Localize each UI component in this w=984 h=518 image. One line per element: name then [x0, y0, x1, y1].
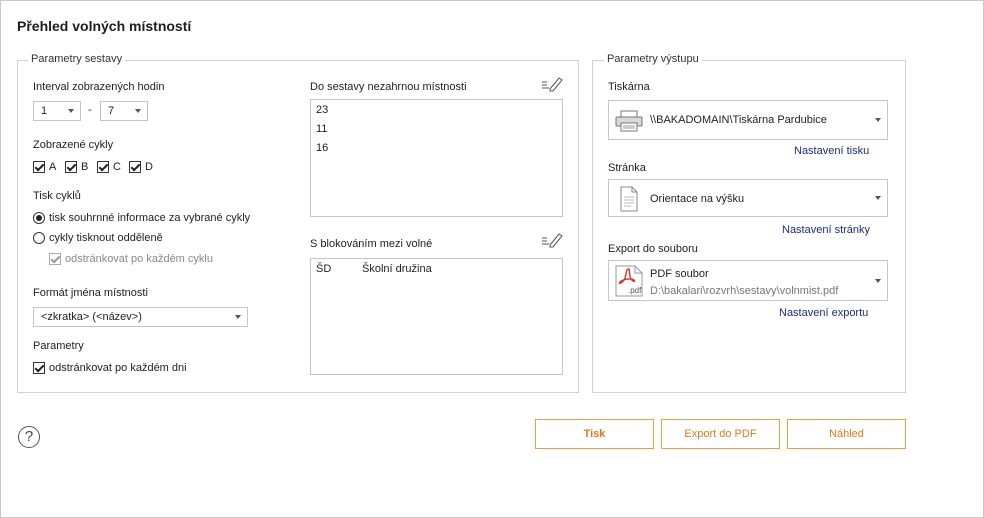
- hours-from-value: 1: [41, 105, 48, 117]
- edit-list-icon[interactable]: [541, 232, 563, 248]
- export-label: Export do souboru: [608, 243, 698, 255]
- params-label: Parametry: [33, 340, 84, 352]
- pdf-file-icon: .pdf: [615, 265, 643, 297]
- page-label: Stránka: [608, 162, 646, 174]
- excluded-rooms-list[interactable]: 23 11 16: [310, 99, 563, 217]
- blocked-rooms-list[interactable]: ŠD Školní družina: [310, 258, 563, 375]
- cycle-b-checkbox[interactable]: [65, 161, 77, 173]
- export-format-select[interactable]: .pdf PDF soubor D:\bakalari\rozvrh\sesta…: [608, 260, 888, 301]
- blocked-rooms-label: S blokováním mezi volné: [310, 238, 433, 250]
- cycle-b-label: B: [81, 161, 89, 173]
- list-item-code[interactable]: ŠD: [316, 263, 331, 275]
- output-params-legend: Parametry výstupu: [604, 53, 702, 65]
- dialog-window: Přehled volných místností Parametry sest…: [0, 0, 984, 518]
- room-format-select[interactable]: <zkratka> (<název>): [33, 307, 248, 327]
- export-pdf-button[interactable]: Export do PDF: [661, 419, 780, 449]
- print-button[interactable]: Tisk: [535, 419, 654, 449]
- printer-icon: [615, 110, 643, 132]
- printer-label: Tiskárna: [608, 81, 650, 93]
- list-item-name[interactable]: Školní družina: [362, 263, 432, 275]
- cycle-c-checkbox[interactable]: [97, 161, 109, 173]
- export-format-value: PDF soubor: [650, 268, 709, 280]
- hours-interval-label: Interval zobrazených hodin: [33, 81, 165, 93]
- printer-value: \\BAKADOMAIN\Tiskárna Pardubice: [650, 114, 827, 126]
- chevron-down-icon: [875, 279, 881, 283]
- print-summary-label: tisk souhrnné informace za vybrané cykly: [49, 212, 251, 224]
- export-settings-link[interactable]: Nastavení exportu: [779, 307, 868, 319]
- pdf-icon-text: .pdf: [628, 286, 642, 295]
- cycle-c-label: C: [113, 161, 121, 173]
- page-break-day-label: odstránkovat po každém dni: [49, 362, 187, 374]
- excluded-rooms-label: Do sestavy nezahrnou místnosti: [310, 81, 467, 93]
- print-separately-label: cykly tisknout odděleně: [49, 232, 163, 244]
- page-orientation-value: Orientace na výšku: [650, 193, 745, 205]
- room-format-value: <zkratka> (<název>): [41, 311, 142, 323]
- list-item[interactable]: 11: [316, 123, 327, 135]
- chevron-down-icon: [135, 109, 141, 113]
- page-break-cycle-label: odstránkovat po každém cyklu: [65, 253, 213, 265]
- print-separately-radio[interactable]: [33, 232, 45, 244]
- hours-to-select[interactable]: 7: [100, 101, 148, 121]
- cycle-a-label: A: [49, 161, 57, 173]
- printer-select[interactable]: \\BAKADOMAIN\Tiskárna Pardubice: [608, 100, 888, 140]
- help-icon[interactable]: ?: [18, 426, 40, 448]
- preview-button[interactable]: Náhled: [787, 419, 906, 449]
- report-params-legend: Parametry sestavy: [28, 53, 126, 65]
- print-summary-radio[interactable]: [33, 212, 45, 224]
- page-break-cycle-checkbox[interactable]: [49, 253, 61, 265]
- chevron-down-icon: [875, 118, 881, 122]
- room-format-label: Formát jména místnosti: [33, 287, 148, 299]
- list-item[interactable]: 23: [316, 104, 328, 116]
- printer-settings-link[interactable]: Nastavení tisku: [794, 145, 869, 157]
- cycle-d-label: D: [145, 161, 153, 173]
- chevron-down-icon: [235, 315, 241, 319]
- hours-to-value: 7: [108, 105, 115, 117]
- page-icon: [619, 186, 639, 212]
- cycle-d-checkbox[interactable]: [129, 161, 141, 173]
- edit-list-icon[interactable]: [541, 76, 563, 92]
- hours-from-select[interactable]: 1: [33, 101, 81, 121]
- chevron-down-icon: [875, 196, 881, 200]
- page-settings-link[interactable]: Nastavení stránky: [782, 224, 870, 236]
- page-orientation-select[interactable]: Orientace na výšku: [608, 179, 888, 217]
- dialog-title: Přehled volných místností: [17, 18, 192, 34]
- cycles-label: Zobrazené cykly: [33, 139, 114, 151]
- chevron-down-icon: [68, 109, 74, 113]
- page-break-day-checkbox[interactable]: [33, 362, 45, 374]
- cycle-a-checkbox[interactable]: [33, 161, 45, 173]
- print-cycles-label: Tisk cyklů: [33, 190, 81, 202]
- list-item[interactable]: 16: [316, 142, 328, 154]
- hours-separator: -: [88, 104, 92, 116]
- export-path: D:\bakalari\rozvrh\sestavy\volnmist.pdf: [650, 285, 839, 297]
